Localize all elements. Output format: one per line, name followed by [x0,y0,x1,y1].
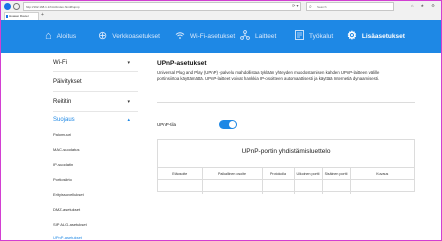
nav-tools[interactable]: Työkalut [295,20,333,53]
devices-icon-svg [240,30,250,40]
nav-advanced-settings[interactable]: ⚙ Lisäasetukset [347,20,405,53]
forward-button[interactable] [13,3,20,10]
sidebar-subitem-ip-filter[interactable]: IP-suodatin [53,162,73,167]
sidebar-item-label: Wi-Fi [53,60,67,66]
sidebar-subitem-sip-alg[interactable]: SIP ALG-asetukset [53,222,87,227]
toggle-knob [229,121,236,128]
table-cell [262,179,295,194]
column-header-local-address: Paikallinen osoite [202,167,263,180]
column-header-protocol: Protokolla [262,167,295,180]
top-navigation: ⌂ Aloitus ⊕ Verkkoasetukset Wi-Fi-asetuk… [1,20,441,53]
nav-network-label: Verkkoasetukset [112,33,160,40]
table-cell [350,179,414,194]
sidebar-item-wifi[interactable]: Wi-Fi ▾ [53,60,138,66]
sidebar-item-security[interactable]: Suojaus ▴ [53,117,138,123]
upnp-status-label: UPnP-tila [157,122,177,127]
search-icon: ⌕ [309,4,312,10]
sidebar-item-label: Suojaus [53,117,75,123]
page-title: UPnP-asetukset [157,60,207,67]
gear-icon: ⚙ [347,30,357,42]
table-header-row: Etäosoite Paikallinen osoite Protokolla … [158,167,414,180]
browser-search-input[interactable]: ⌕ Search [306,2,394,11]
upnp-toggle[interactable] [219,120,237,129]
divider [53,91,138,92]
port-mapping-panel: UPnP-portin yhdistämisluettelo Etäosoite… [157,139,415,194]
browser-tab[interactable]: Huawei Router [4,12,39,20]
column-header-remote-address: Etäosoite [158,167,203,180]
sidebar-subitem-port-forwarding[interactable]: Portiosiirto [53,177,72,182]
sidebar-subitem-dmz[interactable]: DMZ-asetukset [53,207,80,212]
sidebar-subitem-upnp[interactable]: UPnP-asetukset [53,235,82,240]
page-description: Universal Plug and Play (UPnP) -palvelu … [157,70,380,81]
chevron-up-icon: ▴ [127,117,130,123]
globe-icon: ⊕ [98,30,108,42]
column-header-external-port: Ulkoinen portti [294,167,323,180]
column-header-internal-port: Sisäinen portti [322,167,351,180]
table-cell [158,179,203,194]
browser-toolbar: http://192.168.1.1/html/index.html#/upnp… [1,1,441,21]
back-button[interactable] [4,3,11,10]
new-tab-button[interactable]: + [41,12,44,19]
sidebar-item-updates[interactable]: Päivitykset [53,79,138,85]
chevron-down-icon: ▾ [127,99,130,105]
port-mapping-table: Etäosoite Paikallinen osoite Protokolla … [158,167,414,194]
wifi-icon-svg [175,31,185,39]
address-bar[interactable]: http://192.168.1.1/html/index.html#/upnp [23,2,301,11]
sidebar-subitem-special-applications[interactable]: Erityissovellukset [53,192,84,197]
wifi-icon [175,31,185,43]
nav-wifi-label: Wi-Fi-asetukset [190,33,236,40]
nav-advanced-label: Lisäasetukset [361,33,405,40]
sidebar-item-label: Reititin [53,99,72,105]
table-cell [322,179,351,194]
nav-wifi-settings[interactable]: Wi-Fi-asetukset [175,20,235,53]
sidebar-item-router[interactable]: Reititin ▾ [53,99,138,105]
devices-icon [240,30,250,43]
nav-devices-label: Laitteet [255,33,277,40]
port-mapping-title: UPnP-portin yhdistämisluettelo [241,148,331,155]
column-header-description: Kuvaus [350,167,414,180]
nav-network-settings[interactable]: ⊕ Verkkoasetukset [98,20,160,53]
divider [157,102,415,103]
chevron-down-icon: ▾ [127,60,130,66]
refresh-icon[interactable]: ⟳ ▾ [292,3,298,8]
home-icon: ⌂ [45,30,52,42]
browser-menu-icons[interactable]: ⌂ ★ ⚙ [411,3,438,8]
table-cell [294,179,323,194]
sidebar-subitem-mac-filter[interactable]: MAC-suodatus [53,147,79,152]
tools-icon-svg [295,30,304,40]
sidebar-subitem-firewall[interactable]: Palomuuri [53,132,71,137]
nav-tools-label: Työkalut [309,33,334,40]
sidebar-item-label: Päivitykset [53,79,82,85]
nav-home[interactable]: ⌂ Aloitus [45,20,76,53]
search-placeholder: Search [317,5,327,9]
divider [53,111,138,112]
nav-devices[interactable]: Laitteet [240,20,276,53]
nav-home-label: Aloitus [56,33,77,40]
divider [53,71,138,72]
tools-icon [295,30,304,43]
table-row [158,179,414,194]
table-cell [202,179,263,194]
